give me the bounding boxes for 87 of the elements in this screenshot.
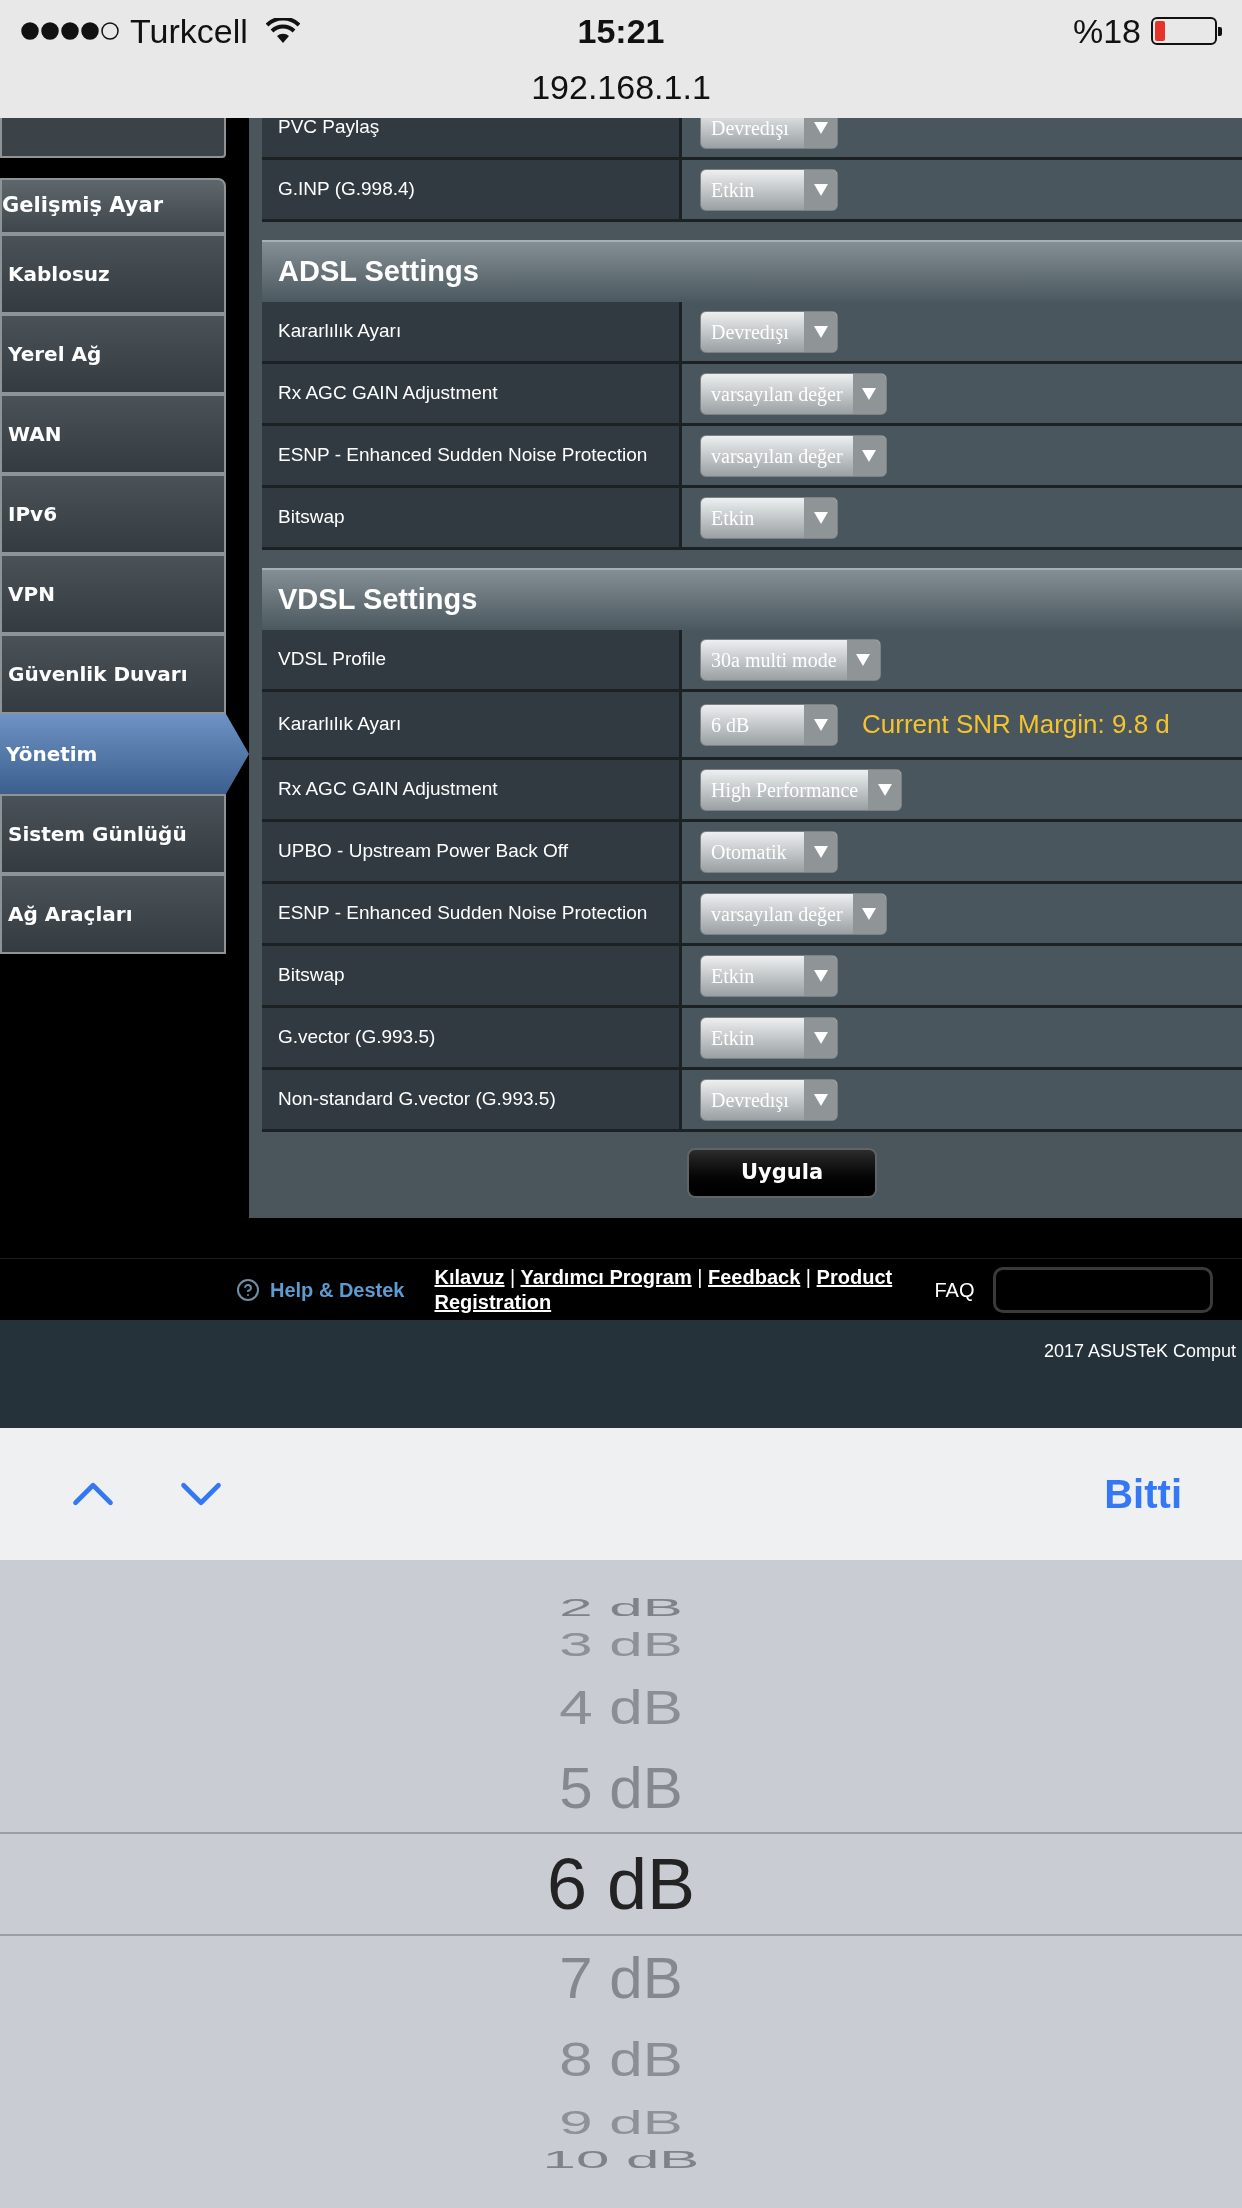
dropdown-select[interactable]: Etkin bbox=[700, 496, 838, 539]
dropdown-arrow-icon bbox=[856, 653, 871, 666]
setting-label: G.INP (G.998.4) bbox=[262, 160, 682, 219]
dropdown-select[interactable]: Otomatik bbox=[700, 830, 838, 873]
footer-link[interactable]: Registration bbox=[434, 1290, 552, 1313]
dropdown-arrow-icon bbox=[813, 325, 828, 338]
dropdown-select[interactable]: varsayılan değer bbox=[700, 434, 887, 477]
value-picker[interactable]: 2 dB 3 dB 4 dB 5 dB 6 dB 7 dB 8 dB 9 dB 10 dB bbox=[0, 1560, 1242, 2208]
menu-item[interactable]: VPN bbox=[0, 554, 226, 634]
section-header: VDSL Settings bbox=[262, 568, 1242, 630]
picker-option[interactable]: 4 dB bbox=[559, 1684, 683, 1732]
picker-option[interactable]: 2 dB bbox=[559, 1596, 683, 1620]
dropdown-arrow-icon bbox=[813, 183, 828, 196]
dropdown-arrow-icon bbox=[862, 449, 877, 462]
battery-icon bbox=[1151, 17, 1222, 45]
menu-item[interactable]: IPv6 bbox=[0, 474, 226, 554]
setting-label: Bitswap bbox=[262, 488, 682, 547]
done-button[interactable]: Bitti bbox=[1104, 1464, 1182, 1524]
menu-item[interactable]: Güvenlik Duvarı bbox=[0, 634, 226, 714]
setting-label: UPBO - Upstream Power Back Off bbox=[262, 822, 682, 881]
faq-search-field[interactable] bbox=[992, 1266, 1213, 1313]
dropdown-select[interactable]: Etkin bbox=[700, 168, 838, 211]
battery-percent: %18 bbox=[1072, 10, 1141, 52]
dropdown-select[interactable]: Devredışı bbox=[700, 1078, 838, 1121]
apply-button[interactable]: Uygula bbox=[687, 1148, 877, 1198]
setting-label: VDSL Profile bbox=[262, 630, 682, 689]
dropdown-select[interactable]: 30a multi mode bbox=[700, 638, 881, 681]
menu-item[interactable]: Ağ Araçları bbox=[0, 874, 226, 954]
setting-label: PVC Paylaş bbox=[262, 118, 682, 157]
picker-option[interactable]: 9 dB bbox=[559, 2106, 683, 2140]
dropdown-select[interactable]: Etkin bbox=[700, 954, 838, 997]
dropdown-arrow-icon bbox=[813, 969, 828, 982]
setting-label: ESNP - Enhanced Sudden Noise Protection bbox=[262, 426, 682, 485]
picker-option[interactable]: 3 dB bbox=[559, 1628, 683, 1662]
dropdown-arrow-icon bbox=[813, 511, 828, 524]
menu-item[interactable]: Sistem Günlüğü bbox=[0, 794, 226, 874]
setting-label: Rx AGC GAIN Adjustment bbox=[262, 364, 682, 423]
copyright-text: 2017 ASUSTeK Comput bbox=[1043, 1340, 1236, 1363]
setting-label: Bitswap bbox=[262, 946, 682, 1005]
dropdown-arrow-icon bbox=[813, 121, 828, 134]
picker-option[interactable]: 6 dB bbox=[546, 1848, 696, 1920]
picker-option[interactable]: 5 dB bbox=[559, 1760, 683, 1818]
dropdown-arrow-icon bbox=[813, 718, 828, 731]
help-link[interactable]: Help & Destek bbox=[270, 1274, 405, 1305]
clock-time: 15:21 bbox=[577, 10, 665, 52]
setting-label: Kararlılık Ayarı bbox=[262, 302, 682, 361]
setting-label: G.vector (G.993.5) bbox=[262, 1008, 682, 1067]
dropdown-select[interactable]: varsayılan değer bbox=[700, 372, 887, 415]
footer-link[interactable]: Product bbox=[816, 1265, 893, 1288]
footer-link[interactable]: Feedback bbox=[708, 1265, 801, 1288]
dropdown-select[interactable]: 6 dB bbox=[700, 703, 838, 746]
dropdown-select[interactable]: Etkin bbox=[700, 1016, 838, 1059]
setting-label: Rx AGC GAIN Adjustment bbox=[262, 760, 682, 819]
link-separator: | bbox=[805, 1265, 812, 1288]
menu-item[interactable]: WAN bbox=[0, 394, 226, 474]
link-separator: | bbox=[697, 1265, 703, 1288]
dropdown-select[interactable]: varsayılan değer bbox=[700, 892, 887, 935]
menu-section-header: Gelişmiş Ayar bbox=[0, 178, 226, 234]
dropdown-arrow-icon bbox=[813, 1031, 828, 1044]
footer-link[interactable]: Yardımcı Program bbox=[520, 1265, 692, 1288]
picker-option[interactable]: 7 dB bbox=[559, 1950, 683, 2008]
setting-label: Kararlılık Ayarı bbox=[262, 692, 682, 757]
page-url: 192.168.1.1 bbox=[531, 67, 711, 108]
dropdown-arrow-icon bbox=[862, 907, 877, 920]
menu-item[interactable]: Yönetim bbox=[0, 714, 249, 794]
carrier-name: Turkcell bbox=[130, 10, 248, 52]
footer-link[interactable]: Kılavuz bbox=[434, 1265, 505, 1288]
faq-label: FAQ bbox=[934, 1277, 975, 1303]
signal-strength-icon bbox=[20, 21, 120, 41]
section-header: ADSL Settings bbox=[262, 240, 1242, 302]
picker-option[interactable]: 8 dB bbox=[559, 2036, 683, 2084]
menu-item[interactable]: Kablosuz bbox=[0, 234, 226, 314]
dropdown-select[interactable]: High Performance bbox=[700, 768, 903, 811]
wifi-icon bbox=[265, 18, 300, 44]
setting-label: Non-standard G.vector (G.993.5) bbox=[262, 1070, 682, 1129]
dropdown-select[interactable]: Devredışı bbox=[700, 310, 838, 353]
snr-margin-note: Current SNR Margin: 9.8 d bbox=[862, 708, 1170, 741]
picker-option[interactable]: 10 dB bbox=[542, 2148, 700, 2172]
dropdown-select[interactable]: Devredışı bbox=[700, 118, 838, 149]
dropdown-arrow-icon bbox=[877, 783, 892, 796]
setting-label: ESNP - Enhanced Sudden Noise Protection bbox=[262, 884, 682, 943]
dropdown-arrow-icon bbox=[813, 845, 828, 858]
menu-item[interactable]: Yerel Ağ bbox=[0, 314, 226, 394]
link-separator: | bbox=[510, 1265, 516, 1288]
dropdown-arrow-icon bbox=[862, 387, 877, 400]
help-icon bbox=[236, 1277, 260, 1302]
dropdown-arrow-icon bbox=[813, 1093, 828, 1106]
